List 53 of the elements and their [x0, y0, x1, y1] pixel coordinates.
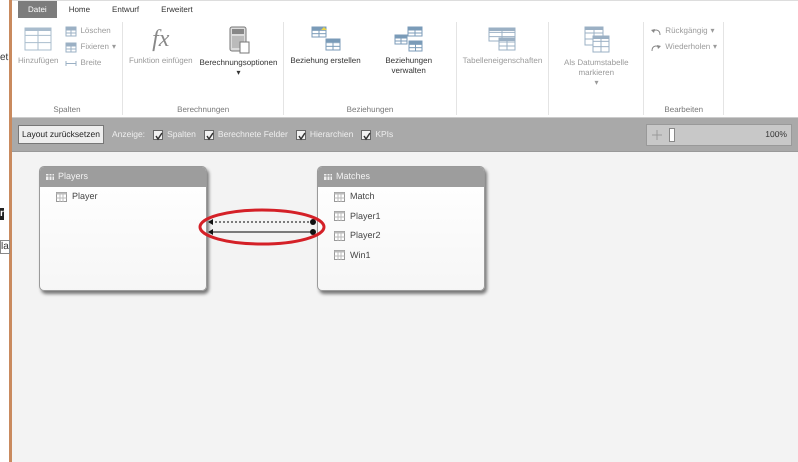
checkbox[interactable]	[361, 130, 372, 140]
column-icon	[334, 230, 345, 241]
table-title: Players	[58, 170, 88, 184]
column-name: Player2	[350, 229, 381, 242]
ribbon-tab[interactable]: Datei	[18, 1, 57, 18]
column-name: Match	[350, 190, 375, 203]
group-label: Berechnungen	[176, 105, 230, 115]
column-name: Player1	[350, 210, 381, 223]
column-icon	[334, 192, 345, 202]
group-label: Spalten	[52, 105, 82, 115]
table-icon	[324, 174, 332, 180]
ribbon-tab[interactable]: Home	[58, 1, 100, 18]
column-icon	[334, 211, 345, 222]
table-card[interactable]: Players Player	[39, 166, 207, 291]
column-name: Win1	[350, 248, 371, 262]
table-icon	[23, 26, 54, 52]
tables-icon	[310, 26, 341, 52]
caret-icon: ▾	[713, 40, 718, 54]
ribbon-button[interactable]: Berechnungsoptionen ▾	[198, 22, 280, 80]
ribbon-tab[interactable]: Entwurf	[102, 1, 150, 18]
table-icon	[46, 174, 54, 180]
caret-icon: ▾	[710, 24, 715, 38]
ribbon-button[interactable]: Beziehungen verwalten	[366, 22, 452, 78]
show-label: Anzeige:	[112, 128, 146, 141]
checkbox-label: Hierarchien	[310, 128, 354, 141]
ribbon-tab[interactable]: Erweitert	[151, 1, 203, 18]
checkbox-label: KPIs	[375, 128, 394, 141]
ribbon-button[interactable]: Beziehung erstellen	[288, 22, 363, 68]
table-title: Matches	[336, 170, 370, 184]
table-icon	[487, 26, 518, 52]
table-icon	[65, 42, 78, 52]
tables-icon	[394, 26, 424, 52]
relationship-line[interactable]	[208, 229, 316, 235]
column-name: Player	[72, 190, 98, 203]
group-label: Beziehungen	[346, 105, 394, 115]
group-label: Bearbeiten	[663, 105, 704, 115]
relationship-line[interactable]	[208, 219, 316, 225]
table-icon	[65, 26, 78, 36]
text-fragment: et	[0, 52, 8, 64]
checkbox[interactable]	[204, 130, 214, 140]
caret-icon: ▾	[594, 78, 598, 88]
table-card[interactable]: Matches Match Player1 Player2 Win1	[317, 166, 485, 291]
reset-layout-button[interactable]: Layout zurücksetzen	[18, 125, 104, 144]
text-fragment: la	[0, 240, 10, 254]
column-icon	[56, 192, 67, 202]
caret-icon: ▾	[112, 40, 116, 54]
text-fragment: r	[0, 208, 4, 220]
checkbox-label: Berechnete Felder	[218, 128, 288, 141]
checkbox[interactable]	[153, 130, 164, 140]
column-icon	[334, 250, 345, 260]
checkbox[interactable]	[296, 130, 306, 140]
caret-icon: ▾	[236, 68, 240, 78]
checkbox-label: Spalten	[167, 128, 196, 141]
